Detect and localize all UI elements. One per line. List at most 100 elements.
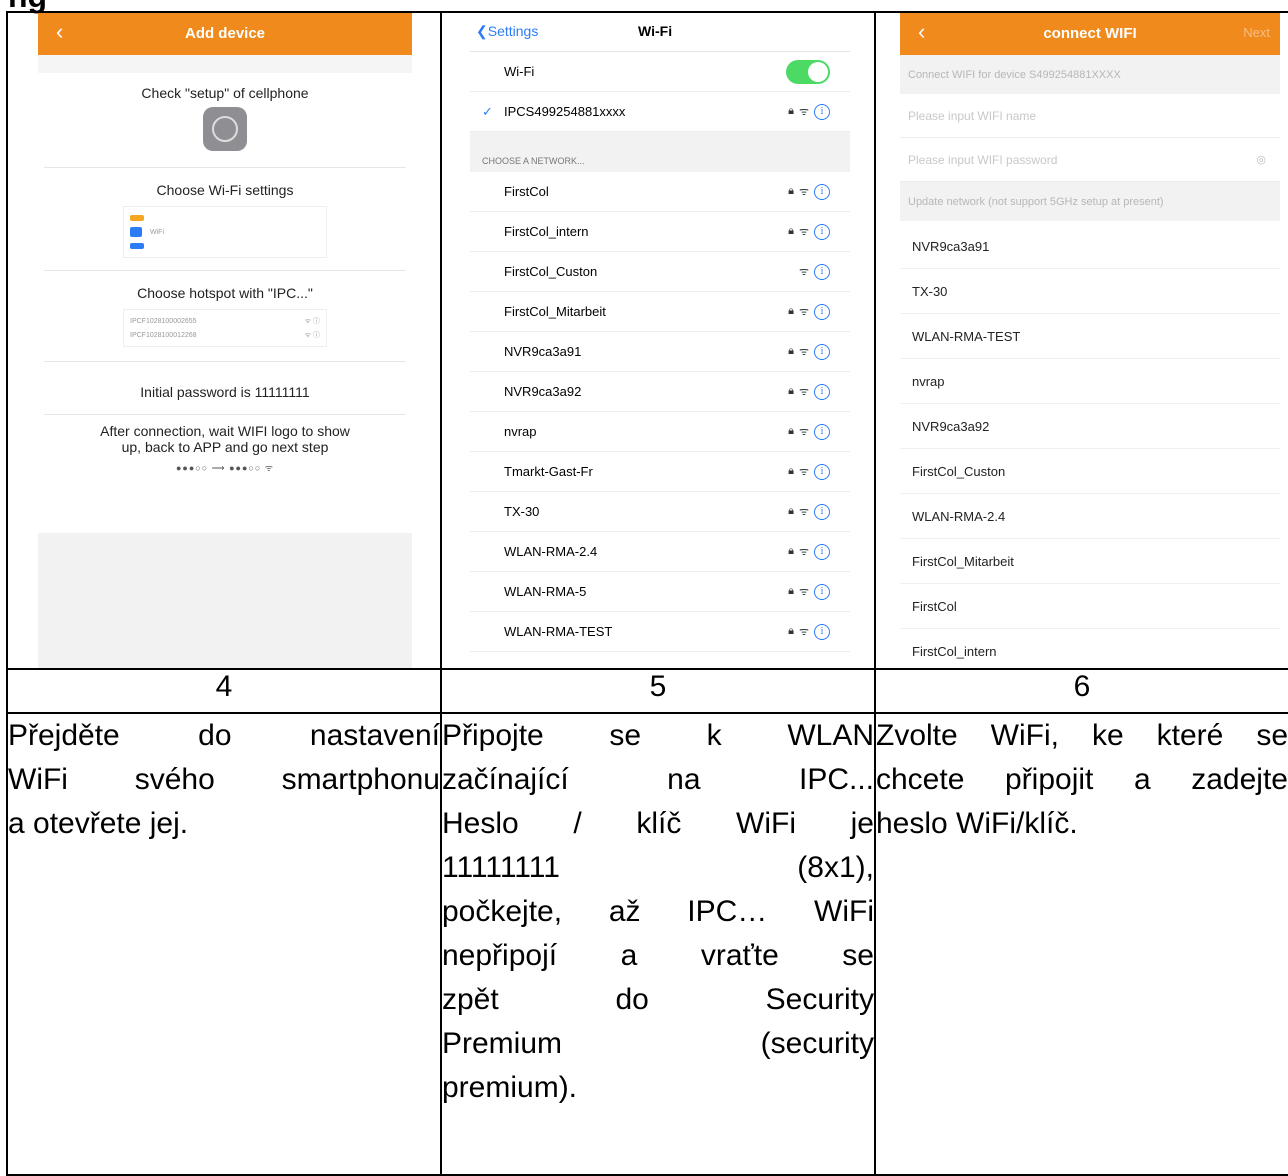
step-choose-hotspot: Choose hotspot with "IPC..." xyxy=(137,285,313,301)
description-line: Přejděte do nastavení xyxy=(8,719,440,752)
network-row[interactable]: WLAN-RMA-TEST 🔒︎ ᯤ i xyxy=(470,612,850,652)
network-row[interactable]: Tmarkt-Gast-Fr 🔒︎ ᯤ i xyxy=(470,452,850,492)
wifi-icon: ᯤ xyxy=(798,506,809,518)
wifi-network-item[interactable]: WLAN-RMA-TEST xyxy=(900,314,1280,359)
wifi-network-item[interactable]: TX-30 xyxy=(900,269,1280,314)
info-icon[interactable]: i xyxy=(814,503,830,520)
lock-icon: 🔒︎ xyxy=(788,385,794,397)
info-icon[interactable]: i xyxy=(814,343,830,360)
wifi-icon: ᯤ xyxy=(798,426,809,438)
ios-wifi-screen: ❮Settings Wi-Fi Wi-Fi ✓ IPCS499254881xxx… xyxy=(470,14,850,667)
update-network-note[interactable]: Update network (not support 5GHz setup a… xyxy=(900,182,1280,221)
description-line: Heslo / klíč WiFi je xyxy=(442,807,874,840)
mini-hotspot-list: IPCF1028100002655 ᯤ ⓘ IPCF1028100012268 ᯤ … xyxy=(123,309,327,347)
wifi-icon: ᯤ xyxy=(798,266,809,278)
lock-icon: 🔒︎ xyxy=(788,105,794,117)
info-icon[interactable]: i xyxy=(814,623,830,640)
choose-network-header: CHOOSE A NETWORK... xyxy=(470,132,850,172)
info-icon[interactable]: i xyxy=(814,463,830,480)
network-row[interactable]: TX-30 🔒︎ ᯤ i xyxy=(470,492,850,532)
wifi-network-item[interactable]: WLAN-RMA-2.4 xyxy=(900,494,1280,539)
wifi-network-item[interactable]: FirstCol_intern xyxy=(900,629,1280,667)
wifi-icon: ᯤ xyxy=(798,386,809,398)
step-after-connection-1: After connection, wait WIFI logo to show xyxy=(100,423,350,439)
wifi-network-item[interactable]: NVR9ca3a92 xyxy=(900,404,1280,449)
screenshot-cell-4: ‹ Add device Check "setup" of cellphone … xyxy=(6,11,442,670)
wifi-icon: ᯤ xyxy=(798,586,809,598)
wifi-network-item[interactable]: FirstCol_Custon xyxy=(900,449,1280,494)
description-line: začínající na IPC... xyxy=(442,763,874,796)
lock-icon: 🔒︎ xyxy=(788,585,794,597)
description-line: heslo WiFi/klíč. xyxy=(876,807,1078,840)
wifi-icon: ᯤ xyxy=(798,186,809,198)
ios-nav-bar: ❮Settings Wi-Fi xyxy=(470,14,850,52)
network-name: WLAN-RMA-TEST xyxy=(504,624,613,639)
mini-wifi-settings: WiFi xyxy=(123,206,327,258)
screenshot-cell-5: ❮Settings Wi-Fi Wi-Fi ✓ IPCS499254881xxx… xyxy=(440,11,876,670)
wifi-password-input[interactable]: Please input WIFI password ◎ xyxy=(900,138,1280,182)
available-network-list: NVR9ca3a91 TX-30 WLAN-RMA-TEST nvrap NVR9ca3… xyxy=(900,224,1280,667)
network-name: FirstCol_intern xyxy=(504,224,589,239)
info-icon[interactable]: i xyxy=(814,543,830,560)
info-icon[interactable]: i xyxy=(814,303,830,320)
network-name: FirstCol_Custon xyxy=(504,264,598,279)
step-after-connection-2: up, back to APP and go next step xyxy=(121,439,329,455)
wifi-icon: ᯤ xyxy=(798,626,809,638)
wifi-network-item[interactable]: FirstCol xyxy=(900,584,1280,629)
network-name: WLAN-RMA-2.4 xyxy=(504,544,598,559)
info-icon[interactable]: i xyxy=(814,183,830,200)
wifi-screen-title: Wi-Fi xyxy=(638,23,673,39)
step-choose-wifi: Choose Wi-Fi settings xyxy=(156,182,294,198)
wifi-network-item[interactable]: FirstCol_Mitarbeit xyxy=(900,539,1280,584)
connect-wifi-screen: ‹ connect WIFI Next Connect WIFI for dev… xyxy=(900,14,1280,667)
info-icon[interactable]: i xyxy=(814,383,830,400)
info-icon[interactable]: i xyxy=(814,263,830,280)
description-line: premium). xyxy=(442,1071,578,1104)
wifi-icon: ᯤ xyxy=(798,106,809,118)
info-icon[interactable]: i xyxy=(814,223,830,240)
info-icon[interactable]: i xyxy=(814,423,830,440)
mini-wifi-label: WiFi xyxy=(150,228,164,236)
wifi-icon: ᯤ xyxy=(798,466,809,478)
info-icon[interactable]: i xyxy=(814,583,830,600)
description-line: Připojte se k WLAN xyxy=(442,719,874,752)
network-list: FirstCol 🔒︎ ᯤ i FirstCol_intern 🔒︎ ᯤ i FirstCol_… xyxy=(470,172,850,652)
network-row[interactable]: WLAN-RMA-2.4 🔒︎ ᯤ i xyxy=(470,532,850,572)
wifi-toggle[interactable] xyxy=(786,59,830,84)
description-line: Premium (security xyxy=(442,1027,874,1060)
description-line: WiFi svého smartphonu xyxy=(8,763,440,796)
connect-wifi-header: ‹ connect WIFI Next xyxy=(900,14,1280,55)
connect-wifi-title: connect WIFI xyxy=(1043,25,1137,42)
network-row[interactable]: WLAN-RMA-5 🔒︎ ᯤ i xyxy=(470,572,850,612)
connected-network-row[interactable]: ✓ IPCS499254881xxxx 🔒︎ ᯤ i xyxy=(470,92,850,132)
step-number-4: 4 xyxy=(6,668,442,714)
description-line: 11111111 (8x1), xyxy=(442,851,874,884)
network-row[interactable]: FirstCol 🔒︎ ᯤ i xyxy=(470,172,850,212)
wifi-network-item[interactable]: NVR9ca3a91 xyxy=(900,224,1280,269)
description-line: chcete připojit a zadejte xyxy=(876,763,1288,796)
network-name: FirstCol xyxy=(504,184,549,199)
signal-transition-illustration: ●●●○○ ⟶ ●●●○○ ᯤ xyxy=(176,463,274,473)
network-name: NVR9ca3a91 xyxy=(504,344,582,359)
wifi-network-item[interactable]: nvrap xyxy=(900,359,1280,404)
description-line: a otevřete jej. xyxy=(8,807,189,840)
description-line: nepřipojí a vraťte se xyxy=(442,939,874,972)
lock-icon: 🔒︎ xyxy=(788,545,794,557)
next-button[interactable]: Next xyxy=(1243,25,1270,40)
network-row[interactable]: FirstCol_Custon ᯤ i xyxy=(470,252,850,292)
network-row[interactable]: FirstCol_Mitarbeit 🔒︎ ᯤ i xyxy=(470,292,850,332)
network-row[interactable]: nvrap 🔒︎ ᯤ i xyxy=(470,412,850,452)
lock-icon: 🔒︎ xyxy=(788,465,794,477)
network-row[interactable]: FirstCol_intern 🔒︎ ᯤ i xyxy=(470,212,850,252)
lock-icon: 🔒︎ xyxy=(788,625,794,637)
step-description-6: Zvolte WiFi, ke které se chcete připojit … xyxy=(874,712,1288,1176)
lock-icon: 🔒︎ xyxy=(788,185,794,197)
network-row[interactable]: NVR9ca3a92 🔒︎ ᯤ i xyxy=(470,372,850,412)
eye-icon[interactable]: ◎ xyxy=(1256,153,1266,166)
settings-back-link[interactable]: ❮Settings xyxy=(476,23,538,40)
network-name: WLAN-RMA-5 xyxy=(504,584,587,599)
wifi-name-input[interactable]: Please input WIFI name xyxy=(900,94,1280,138)
info-icon[interactable]: i xyxy=(814,103,830,120)
network-row[interactable]: NVR9ca3a91 🔒︎ ᯤ i xyxy=(470,332,850,372)
network-name: FirstCol_Mitarbeit xyxy=(504,304,606,319)
